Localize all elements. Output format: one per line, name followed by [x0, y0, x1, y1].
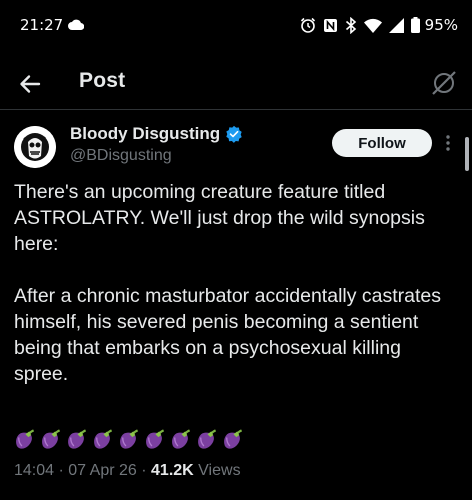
page-title: Post — [79, 69, 126, 92]
eggplant-emoji-icon — [172, 429, 191, 449]
signal-icon — [388, 17, 404, 33]
battery-percent: 95% — [424, 16, 458, 34]
eggplant-emoji-icon — [146, 429, 165, 449]
eggplant-emoji-icon — [42, 429, 61, 449]
eggplant-emoji-icon — [94, 429, 113, 449]
tweet-paragraph-1: There's an upcoming creature feature tit… — [14, 181, 425, 255]
tweet-date: 07 Apr 26 — [68, 462, 137, 479]
author-name[interactable]: Bloody Disgusting — [70, 124, 220, 144]
eggplant-emoji-icon — [224, 429, 243, 449]
follow-button[interactable]: Follow — [332, 129, 432, 157]
author-name-row: Bloody Disgusting — [70, 124, 243, 144]
meta-separator: · — [58, 462, 69, 479]
views-count[interactable]: 41.2K — [151, 462, 194, 479]
status-bar: 21:27 95% — [0, 0, 472, 52]
eggplant-emoji-icon — [16, 429, 35, 449]
views-label[interactable]: Views — [198, 462, 240, 479]
bloody-disgusting-logo — [14, 126, 56, 168]
tweet-meta: 14:04 · 07 Apr 26 · 41.2K Views — [14, 462, 241, 480]
scrollbar[interactable] — [465, 137, 469, 171]
tweet-time: 14:04 — [14, 462, 55, 479]
nfc-icon — [323, 18, 337, 32]
grok-icon[interactable] — [431, 70, 457, 96]
verified-badge-icon — [226, 125, 242, 143]
meta-separator: · — [141, 462, 152, 479]
cloud-icon — [68, 19, 84, 30]
battery-icon — [410, 17, 420, 33]
wifi-icon — [363, 18, 382, 33]
bluetooth-icon — [345, 16, 356, 34]
avatar[interactable] — [14, 126, 56, 168]
eggplant-emoji-icon — [68, 429, 87, 449]
arrow-left-icon[interactable] — [16, 70, 44, 98]
more-options-icon[interactable] — [444, 133, 452, 153]
tweet-paragraph-2: After a chronic masturbator accidentally… — [14, 285, 442, 385]
alarm-icon — [300, 17, 315, 33]
status-icons: 95% — [300, 16, 458, 34]
eggplant-emoji-icon — [198, 429, 217, 449]
app-header: Post — [0, 58, 472, 110]
status-time: 21:27 — [20, 16, 64, 34]
tweet-text: There's an upcoming creature feature tit… — [14, 179, 460, 387]
eggplant-emoji-icon — [120, 429, 139, 449]
eggplant-emoji-row: 🍆🍆🍆🍆🍆🍆🍆🍆🍆 — [13, 427, 244, 451]
author-handle[interactable]: @BDisgusting — [70, 147, 172, 165]
